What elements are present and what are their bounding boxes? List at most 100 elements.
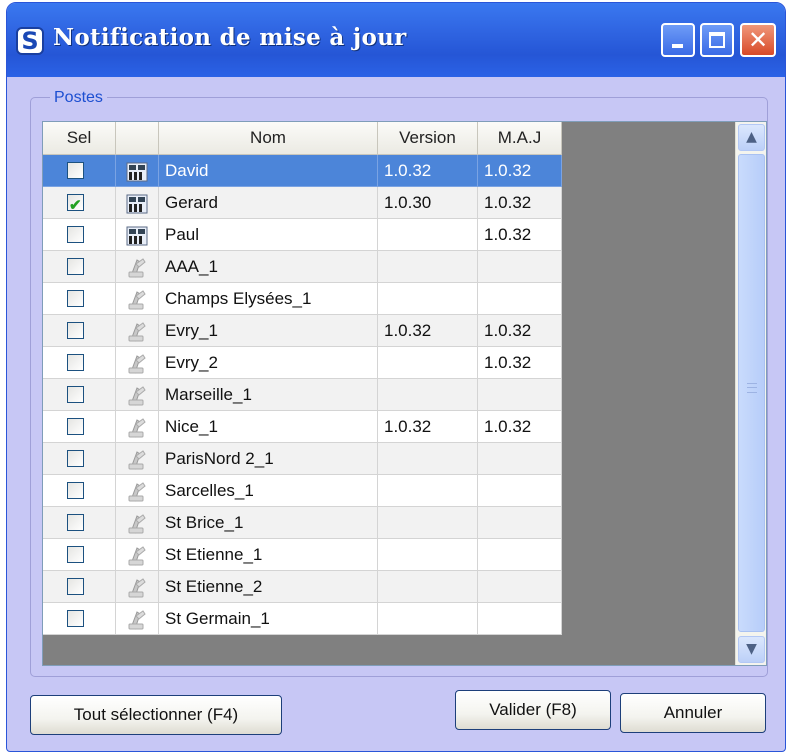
version-cell (378, 507, 478, 539)
nom-cell: AAA_1 (159, 251, 378, 283)
icon-cell (116, 379, 159, 411)
table-row[interactable]: Nice_1 1.0.32 1.0.32 (43, 411, 562, 443)
maj-cell (478, 507, 562, 539)
nom-cell: St Brice_1 (159, 507, 378, 539)
scroll-down-icon[interactable]: ▼ (738, 636, 765, 663)
maj-cell: 1.0.32 (478, 155, 562, 187)
tool-icon (127, 288, 147, 310)
tool-icon (127, 480, 147, 502)
nom-cell: Gerard (159, 187, 378, 219)
sel-cell (43, 475, 116, 507)
version-cell (378, 475, 478, 507)
column-header-maj[interactable]: M.A.J (478, 122, 562, 154)
postes-group-label: Postes (50, 89, 107, 107)
table-row[interactable]: St Etienne_1 (43, 539, 562, 571)
sel-cell (43, 219, 116, 251)
nom-cell: ParisNord 2_1 (159, 443, 378, 475)
maj-cell (478, 475, 562, 507)
postes-grid[interactable]: Sel Nom Version M.A.J David 1.0.32 1.0.32 ✔… (42, 121, 767, 666)
sel-cell (43, 155, 116, 187)
row-checkbox[interactable] (67, 322, 84, 339)
maj-cell: 1.0.32 (478, 187, 562, 219)
validate-button[interactable]: Valider (F8) (455, 690, 611, 730)
maj-cell (478, 379, 562, 411)
table-row[interactable]: St Germain_1 (43, 603, 562, 635)
table-row[interactable]: Sarcelles_1 (43, 475, 562, 507)
vertical-scrollbar[interactable]: ▲ ▼ (735, 122, 766, 665)
maximize-button[interactable] (700, 23, 734, 57)
icon-cell (116, 219, 159, 251)
row-checkbox[interactable] (67, 450, 84, 467)
table-row[interactable]: Evry_2 1.0.32 (43, 347, 562, 379)
table-row[interactable]: AAA_1 (43, 251, 562, 283)
nom-cell: St Germain_1 (159, 603, 378, 635)
maj-cell (478, 603, 562, 635)
table-row[interactable]: ParisNord 2_1 (43, 443, 562, 475)
table-row[interactable]: David 1.0.32 1.0.32 (43, 155, 562, 187)
table-row[interactable]: ✔ Gerard 1.0.30 1.0.32 (43, 187, 562, 219)
title-bar[interactable]: S Notification de mise à jour ✕ (7, 3, 785, 77)
icon-cell (116, 603, 159, 635)
icon-cell (116, 283, 159, 315)
maj-cell (478, 283, 562, 315)
row-checkbox[interactable]: ✔ (67, 194, 84, 214)
icon-cell (116, 315, 159, 347)
nom-cell: Evry_1 (159, 315, 378, 347)
column-header-nom[interactable]: Nom (159, 122, 378, 154)
row-checkbox[interactable] (67, 386, 84, 403)
row-checkbox[interactable] (67, 546, 84, 563)
sel-cell (43, 603, 116, 635)
sel-cell (43, 315, 116, 347)
tool-icon (127, 352, 147, 374)
nom-cell: Evry_2 (159, 347, 378, 379)
computer-icon (126, 193, 148, 214)
cancel-button[interactable]: Annuler (620, 693, 766, 733)
row-checkbox[interactable] (67, 482, 84, 499)
table-row[interactable]: St Brice_1 (43, 507, 562, 539)
row-checkbox[interactable] (67, 258, 84, 275)
column-header-icon[interactable] (116, 122, 159, 154)
tool-icon (127, 512, 147, 534)
computer-icon (126, 161, 148, 182)
scroll-thumb[interactable] (738, 154, 765, 632)
table-row[interactable]: Champs Elysées_1 (43, 283, 562, 315)
version-cell: 1.0.30 (378, 187, 478, 219)
nom-cell: Nice_1 (159, 411, 378, 443)
row-checkbox[interactable] (67, 290, 84, 307)
sel-cell: ✔ (43, 187, 116, 219)
close-button[interactable]: ✕ (740, 23, 776, 57)
tool-icon (127, 608, 147, 630)
icon-cell (116, 155, 159, 187)
table-row[interactable]: Marseille_1 (43, 379, 562, 411)
column-header-version[interactable]: Version (378, 122, 478, 154)
row-checkbox[interactable] (67, 226, 84, 243)
row-checkbox[interactable] (67, 162, 84, 179)
tool-icon (127, 416, 147, 438)
row-checkbox[interactable] (67, 578, 84, 595)
scroll-up-icon[interactable]: ▲ (738, 124, 765, 151)
sel-cell (43, 379, 116, 411)
row-checkbox[interactable] (67, 610, 84, 627)
tool-icon (127, 256, 147, 278)
nom-cell: Sarcelles_1 (159, 475, 378, 507)
maj-cell: 1.0.32 (478, 315, 562, 347)
column-header-sel[interactable]: Sel (43, 122, 116, 154)
row-checkbox[interactable] (67, 418, 84, 435)
maj-cell: 1.0.32 (478, 411, 562, 443)
nom-cell: St Etienne_1 (159, 539, 378, 571)
icon-cell (116, 507, 159, 539)
icon-cell (116, 251, 159, 283)
sel-cell (43, 571, 116, 603)
maj-cell (478, 539, 562, 571)
table-row[interactable]: St Etienne_2 (43, 571, 562, 603)
row-checkbox[interactable] (67, 354, 84, 371)
sel-cell (43, 251, 116, 283)
tool-icon (127, 320, 147, 342)
minimize-button[interactable] (661, 23, 695, 57)
select-all-button[interactable]: Tout sélectionner (F4) (30, 695, 282, 735)
row-checkbox[interactable] (67, 514, 84, 531)
table-row[interactable]: Paul 1.0.32 (43, 219, 562, 251)
sel-cell (43, 507, 116, 539)
maj-cell: 1.0.32 (478, 219, 562, 251)
table-row[interactable]: Evry_1 1.0.32 1.0.32 (43, 315, 562, 347)
